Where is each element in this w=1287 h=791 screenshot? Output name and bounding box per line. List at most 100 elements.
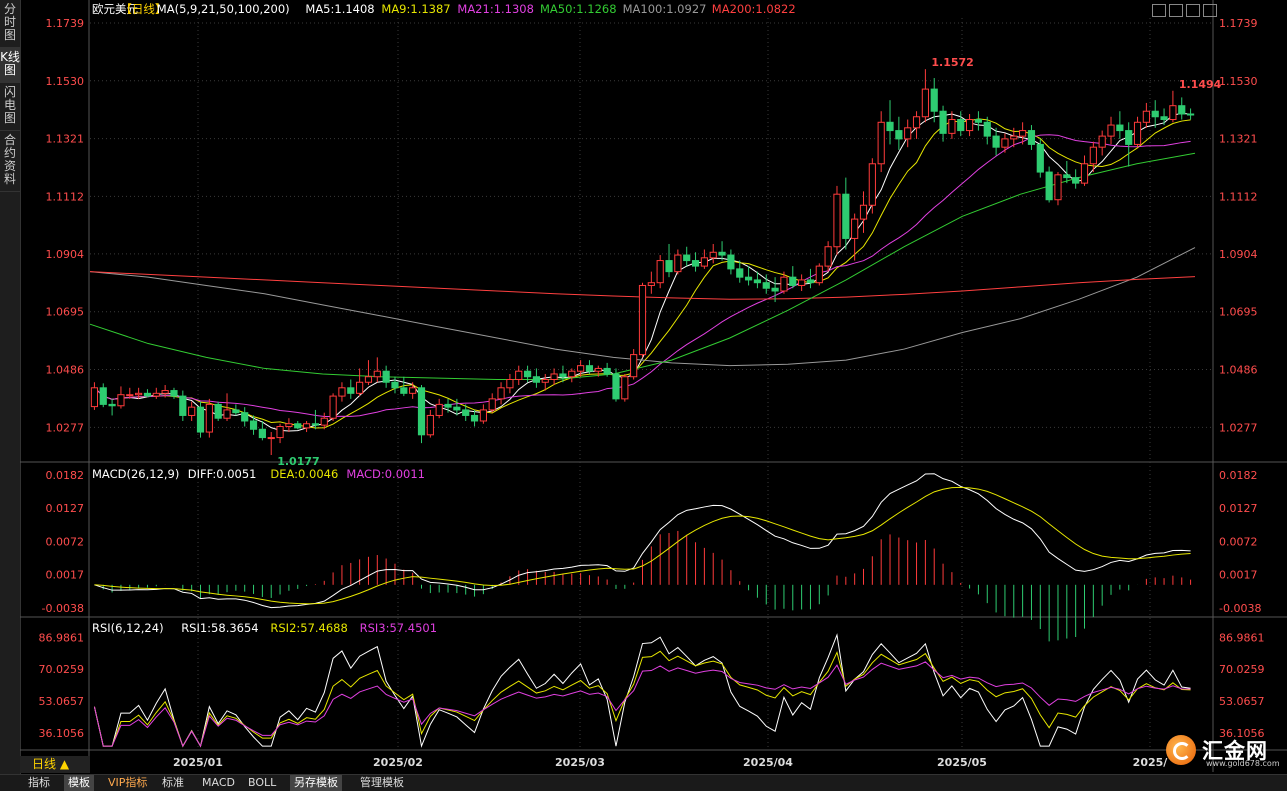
price-axis-label-right: 1.0277	[1219, 421, 1258, 434]
candle-body	[789, 276, 797, 286]
ma21-line	[94, 134, 1191, 418]
window-controls	[1152, 2, 1220, 21]
candle-body	[179, 395, 187, 416]
period-button[interactable]: 日线 ▲	[20, 756, 90, 773]
candle-body	[859, 204, 868, 220]
candle-body	[674, 254, 682, 273]
macd-axis-label-left: 0.0127	[46, 502, 85, 515]
toolbar-icon-4[interactable]	[1203, 4, 1217, 17]
bottom-tab-4[interactable]: MACD	[198, 775, 239, 791]
candle-body	[311, 423, 320, 426]
candle-body	[108, 403, 116, 407]
time-axis-label: 2025/05	[937, 756, 987, 769]
rsi-axis-label-right: 86.9861	[1219, 631, 1265, 644]
rsi-axis-label-right: 53.0657	[1219, 695, 1265, 708]
candle-body	[718, 251, 726, 256]
toolbar-icon-3[interactable]	[1186, 4, 1200, 17]
candlesticks	[90, 69, 1195, 455]
sidebar-item-kline[interactable]: K线图	[0, 48, 20, 83]
candle-body	[736, 268, 744, 278]
macd-axis-label-right: -0.0038	[1219, 602, 1261, 615]
candle-body	[1080, 163, 1089, 184]
bottom-tab-7[interactable]: 管理模板	[356, 775, 408, 791]
candle-body	[479, 409, 487, 422]
time-axis-label: 2025/01	[173, 756, 223, 769]
moving-average-lines	[89, 112, 1196, 432]
candle-body	[1063, 174, 1071, 179]
price-axis-label-right: 1.0904	[1219, 248, 1258, 261]
candle-body	[276, 426, 284, 439]
bottom-tab-2[interactable]: VIP指标	[104, 775, 151, 791]
macd-legend-2: DEA:0.0046	[270, 467, 338, 481]
ma5-line	[94, 112, 1191, 432]
candle-body	[1169, 105, 1177, 121]
toolbar-icon-1[interactable]	[1152, 4, 1166, 17]
candle-body	[700, 257, 708, 267]
bottom-toolbar: 指标 模板 VIP指标 标准 MACD BOLL 另存模板 管理模板	[0, 774, 1287, 791]
macd-dea-line	[94, 486, 1191, 605]
sidebar-item-flash[interactable]: 闪电图	[0, 83, 20, 131]
price-axis-label-left: 1.1112	[46, 190, 85, 203]
candle-body	[1010, 135, 1018, 140]
candle-body	[585, 365, 594, 372]
chart-area[interactable]: 1.1739 1.1739 1.1530 1.1530 1.1321 1.1321 1.11…	[20, 0, 1287, 774]
ma9-line	[94, 118, 1191, 429]
candle-body	[824, 246, 832, 267]
candle-body	[249, 420, 258, 430]
candle-body	[506, 378, 514, 389]
candle-body	[594, 367, 602, 372]
candle-body	[665, 260, 673, 273]
candle-body	[258, 428, 266, 439]
legend-ma-6: MA200:1.0822	[712, 2, 796, 16]
candle-body	[417, 387, 426, 436]
rsi-legend-3: RSI3:57.4501	[360, 621, 437, 635]
candle-body	[1036, 143, 1044, 173]
rsi-axis-label-left: 70.0259	[39, 663, 85, 676]
candle-body	[753, 279, 762, 284]
candle-body	[868, 163, 876, 206]
candle-body	[683, 254, 691, 262]
bottom-tab-6[interactable]: 另存模板	[290, 775, 342, 791]
candle-body	[656, 260, 664, 284]
candle-body	[1098, 135, 1106, 148]
candle-body	[1019, 130, 1027, 137]
time-axis-label: 2025/02	[373, 756, 423, 769]
price-axis-label-right: 1.0695	[1219, 306, 1258, 319]
candle-body	[170, 390, 178, 397]
candle-body	[152, 392, 160, 397]
time-axis-label: 2025/04	[743, 756, 793, 769]
candle-body	[1133, 121, 1142, 145]
candle-body	[232, 409, 240, 414]
candle-body	[1178, 105, 1186, 115]
candle-body	[347, 387, 355, 394]
candle-body	[285, 423, 293, 428]
candle-body	[267, 437, 275, 440]
candle-body	[921, 88, 929, 118]
bottom-tab-0[interactable]: 指标	[24, 775, 54, 791]
bottom-tab-5[interactable]: BOLL	[244, 775, 280, 791]
candle-body	[904, 127, 912, 140]
sidebar-item-contract[interactable]: 合约资料	[0, 131, 20, 192]
candle-body	[241, 412, 249, 422]
price-axis-label-left: 1.0904	[46, 248, 85, 261]
candle-body	[744, 276, 753, 281]
toolbar-icon-2[interactable]	[1169, 4, 1183, 17]
legend-ma-3: MA21:1.1308	[457, 2, 534, 16]
rsi-legend-1: RSI1:58.3654	[181, 621, 258, 635]
candle-body	[444, 403, 452, 408]
candle-body	[196, 406, 205, 433]
candle-body	[1072, 177, 1080, 184]
sidebar-item-intraday[interactable]: 分时图	[0, 0, 20, 48]
candle-body	[1001, 138, 1009, 148]
candle-body	[135, 392, 143, 396]
rsi-axis-label-right: 70.0259	[1219, 663, 1265, 676]
bottom-tab-3[interactable]: 标准	[158, 775, 188, 791]
candle-body	[541, 378, 549, 383]
bottom-tab-1[interactable]: 模板	[64, 775, 94, 791]
candle-body	[373, 370, 381, 378]
candle-body	[515, 370, 523, 380]
candle-body	[957, 119, 965, 132]
candle-body	[638, 284, 647, 356]
candle-body	[762, 282, 770, 289]
macd-axis-label-right: 0.0127	[1219, 502, 1258, 515]
